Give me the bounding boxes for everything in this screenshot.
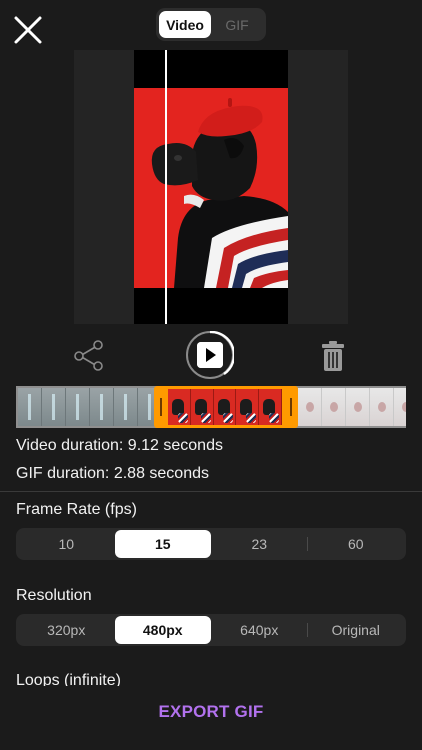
resolution-option-640[interactable]: 640px — [211, 616, 308, 644]
loops-label: Loops (infinite) — [16, 672, 121, 686]
delete-button[interactable] — [320, 340, 346, 372]
fps-option-10[interactable]: 10 — [18, 530, 115, 558]
timeline-thumbnail — [90, 388, 114, 426]
fps-option-15[interactable]: 15 — [114, 530, 211, 558]
resolution-label: Resolution — [16, 587, 92, 604]
resolution-option-320[interactable]: 320px — [18, 616, 115, 644]
timeline-thumbnail — [346, 388, 370, 426]
video-duration-text: Video duration: 9.12 seconds — [16, 437, 223, 454]
fps-option-60[interactable]: 60 — [308, 530, 405, 558]
timeline-thumbnail — [66, 388, 90, 426]
trim-handle-left[interactable] — [160, 398, 162, 416]
timeline-thumbnail — [394, 388, 406, 426]
share-icon — [74, 340, 103, 371]
frame-rate-label: Frame Rate (fps) — [16, 501, 137, 518]
export-gif-button[interactable]: EXPORT GIF — [0, 702, 422, 730]
resolution-selector: 320px 480px 640px Original — [16, 614, 406, 646]
close-icon — [14, 16, 42, 44]
gif-duration-text: GIF duration: 2.88 seconds — [16, 465, 209, 482]
resolution-option-480[interactable]: 480px — [114, 616, 211, 644]
timeline-thumbnail — [322, 388, 346, 426]
trim-selection[interactable] — [154, 386, 298, 428]
timeline-thumbnail — [114, 388, 138, 426]
play-button[interactable] — [186, 331, 234, 379]
video-frame-image — [134, 88, 288, 288]
timeline-thumbnail — [370, 388, 394, 426]
trim-handle-right[interactable] — [290, 398, 292, 416]
resolution-option-original[interactable]: Original — [308, 616, 405, 644]
mode-toggle: Video GIF — [156, 8, 266, 41]
play-icon — [197, 342, 223, 368]
tab-gif[interactable]: GIF — [211, 11, 263, 38]
frame-rate-selector: 10 15 23 60 — [16, 528, 406, 560]
fps-option-23[interactable]: 23 — [211, 530, 308, 558]
video-preview[interactable] — [134, 50, 288, 324]
trash-icon — [322, 341, 344, 371]
share-button[interactable] — [72, 338, 106, 372]
selected-frames — [168, 389, 282, 425]
tab-video[interactable]: Video — [159, 11, 211, 38]
divider — [0, 491, 422, 492]
playhead[interactable] — [165, 50, 167, 324]
close-button[interactable] — [12, 14, 44, 46]
timeline-thumbnail — [42, 388, 66, 426]
timeline-thumbnail — [18, 388, 42, 426]
playback-controls — [0, 330, 422, 380]
timeline-thumbnail — [298, 388, 322, 426]
